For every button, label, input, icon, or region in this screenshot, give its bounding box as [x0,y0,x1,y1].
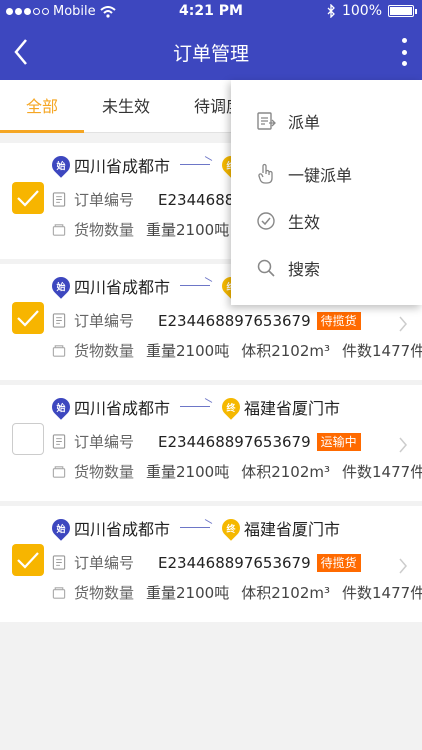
order-checkbox[interactable] [12,182,44,214]
destination-pin-icon: 终 [218,394,244,420]
order-number-label: 订单编号 [74,312,135,330]
arrow-right-icon [180,160,214,170]
chevron-right-icon[interactable] [398,316,408,332]
volume-value: 体积2102m³ [241,463,331,481]
order-card[interactable]: 始 四川省成都市 终 福建省厦门市 订单编号 E234468897653679 … [0,385,422,501]
menu-label-dispatch: 派单 [288,113,321,132]
goods-label: 货物数量 [74,221,135,239]
arrow-right-icon [180,402,214,412]
pieces-value: 件数1477件 [342,342,422,360]
status-badge: 待揽货 [316,311,361,330]
menu-item-dispatch[interactable]: 派单 [231,96,422,146]
order-number-row: 订单编号 E234468897653679 运输中 [52,431,361,452]
origin-city: 四川省成都市 [74,520,171,539]
package-icon [52,224,66,236]
order-checkbox[interactable] [12,544,44,576]
origin-pin-icon: 始 [48,152,74,178]
order-card[interactable]: 始 四川省成都市 终 福建省厦门市 订单编号 E234468897653679 … [0,506,422,622]
origin-pin-label: 始 [56,403,66,414]
order-number-row: 订单编号 E234468897653679 待揽货 [52,552,361,573]
checkmark-icon [17,552,39,569]
origin-pin-label: 始 [56,282,66,293]
document-icon [52,434,66,449]
package-icon [52,587,66,599]
origin-pin-label: 始 [56,524,66,535]
goods-row: 货物数量 重量2100吨 体积2102m³ 件数1477件 [52,582,422,603]
order-number: E234468897653679 [158,432,311,451]
checkmark-icon [17,310,39,327]
order-number: E234468897653679 [158,311,311,330]
origin-pin-icon: 始 [48,394,74,420]
goods-row: 货物数量 重量2100吨 体积2102m³ 件数1477件 [52,340,422,361]
arrow-right-icon [180,281,214,291]
action-menu: 派单 一键派单 生效 搜索 [231,80,422,305]
battery-percent: 100% [341,3,382,19]
order-number-label: 订单编号 [74,191,135,209]
goods-row: 货物数量 重量2100吨 [52,219,229,240]
origin-pin-icon: 始 [48,515,74,541]
nav-bar: 订单管理 [0,24,422,80]
order-number-label: 订单编号 [74,433,135,451]
goods-row: 货物数量 重量2100吨 体积2102m³ 件数1477件 [52,461,422,482]
bluetooth-icon [327,4,335,18]
volume-value: 体积2102m³ [241,342,331,360]
origin-pin-icon: 始 [48,273,74,299]
volume-value: 体积2102m³ [241,584,331,602]
route: 始 四川省成都市 终 福建省厦门市 [48,394,341,420]
order-number-label: 订单编号 [74,554,135,572]
status-badge: 待揽货 [316,553,361,572]
destination-city: 福建省厦门市 [244,399,341,418]
menu-label-search: 搜索 [288,260,321,279]
weight-value: 重量2100吨 [146,342,230,360]
goods-label: 货物数量 [74,463,135,481]
active-tab-indicator [0,130,84,133]
destination-pin-label: 终 [226,403,236,414]
package-icon [52,466,66,478]
pieces-value: 件数1477件 [342,463,422,481]
goods-label: 货物数量 [74,584,135,602]
document-icon [52,313,66,328]
order-checkbox[interactable] [12,423,44,455]
route: 始 四川省成都市 终 福建省厦门市 [48,515,341,541]
menu-item-search[interactable]: 搜索 [231,243,422,293]
search-icon [257,259,275,277]
pieces-value: 件数1477件 [342,584,422,602]
order-checkbox[interactable] [12,302,44,334]
destination-pin-label: 终 [226,524,236,535]
menu-item-activate[interactable]: 生效 [231,196,422,246]
chevron-right-icon[interactable] [398,558,408,574]
weight-value: 重量2100吨 [146,463,230,481]
order-number-row: 订单编号 E234468897653679 待揽货 [52,310,361,331]
checkmark-icon [17,190,39,207]
origin-city: 四川省成都市 [74,399,171,418]
menu-item-one-click-dispatch[interactable]: 一键派单 [231,149,422,199]
chevron-right-icon[interactable] [398,437,408,453]
order-number: E234468897653679 [158,553,311,572]
origin-city: 四川省成都市 [74,157,171,176]
weight-value: 重量2100吨 [146,221,230,239]
battery-icon [388,5,417,17]
arrow-right-icon [180,523,214,533]
menu-label-activate: 生效 [288,213,321,232]
origin-pin-label: 始 [56,161,66,172]
package-icon [52,345,66,357]
more-menu-button[interactable] [398,38,410,66]
goods-label: 货物数量 [74,342,135,360]
status-badge: 运输中 [316,432,361,451]
document-icon [52,192,66,207]
check-circle-icon [257,212,275,230]
document-icon [52,555,66,570]
tab-all[interactable]: 全部 [0,80,84,133]
dispatch-icon [257,112,276,130]
destination-pin-icon: 终 [218,515,244,541]
tap-hand-icon [258,163,273,184]
origin-city: 四川省成都市 [74,278,171,297]
tab-inactive[interactable]: 未生效 [84,80,168,133]
weight-value: 重量2100吨 [146,584,230,602]
menu-label-one-click-dispatch: 一键派单 [288,166,353,185]
destination-city: 福建省厦门市 [244,520,341,539]
route: 始 四川省成都市 终 [48,273,244,299]
status-bar: Mobile 4:21 PM 100% [0,0,422,24]
page-title: 订单管理 [172,43,249,65]
